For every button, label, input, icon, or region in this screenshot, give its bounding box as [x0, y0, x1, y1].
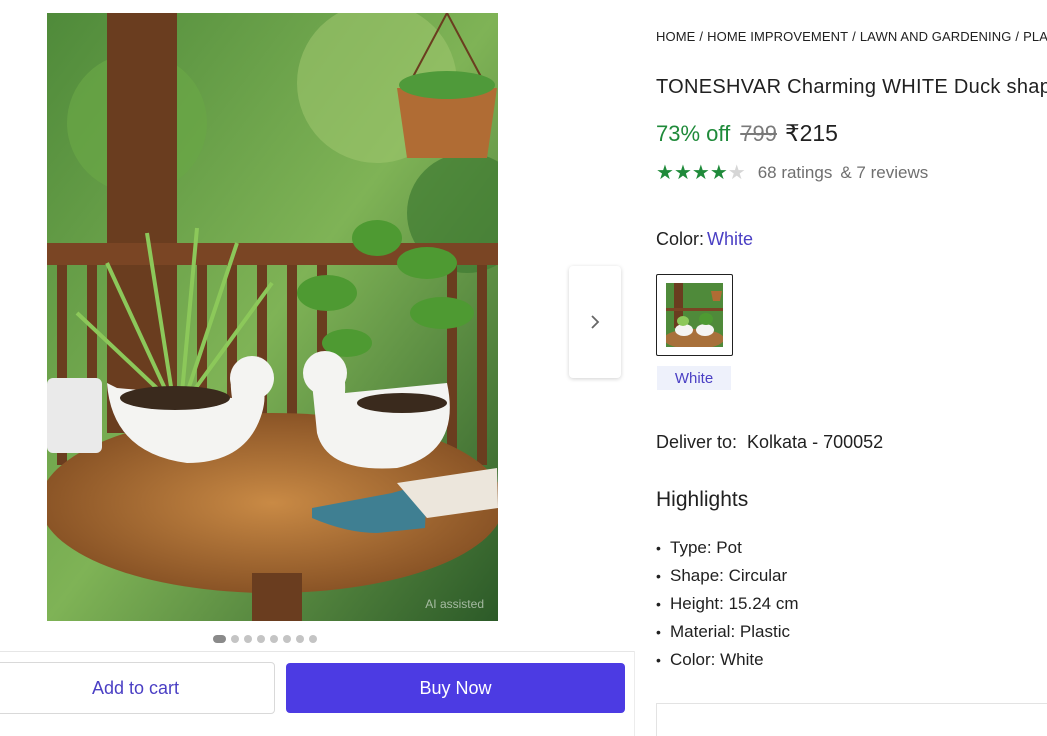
ratings-count[interactable]: 68 ratings: [758, 163, 833, 183]
color-swatch-white[interactable]: [656, 274, 733, 356]
star-icon: ★: [656, 162, 674, 184]
highlight-text: Type: Pot: [670, 538, 742, 557]
highlight-item: • Type: Pot: [656, 534, 799, 562]
discount-badge: 73% off: [656, 121, 731, 146]
highlight-item: • Color: White: [656, 646, 799, 674]
swatch-thumbnail: [666, 283, 723, 347]
star-icon: ★: [691, 162, 710, 184]
original-price: 799: [740, 121, 777, 146]
highlight-item: • Material: Plastic: [656, 618, 799, 646]
color-label: Color:: [656, 229, 705, 249]
bullet-icon: •: [656, 568, 661, 584]
carousel-dot-5[interactable]: [270, 635, 278, 643]
star-rating: ★ ★ ★ ★ ★: [656, 160, 746, 186]
star-icon: ★: [673, 162, 692, 184]
carousel-dot-8[interactable]: [309, 635, 317, 643]
highlight-text: Material: Plastic: [670, 622, 790, 641]
next-image-button[interactable]: [569, 266, 621, 378]
color-selector-label: Color: White: [656, 229, 753, 250]
breadcrumb-item-plant[interactable]: PLANT: [1023, 29, 1047, 44]
bullet-icon: •: [656, 540, 661, 556]
deliver-label: Deliver to:: [656, 432, 738, 452]
selected-color: White: [707, 229, 754, 249]
carousel-dots: [213, 635, 317, 643]
highlights-list: • Type: Pot • Shape: Circular • Height: 15.…: [656, 534, 799, 674]
color-option-label[interactable]: White: [657, 366, 731, 390]
highlights-title: Highlights: [656, 488, 749, 511]
breadcrumb-item-lawn-and-gardening[interactable]: LAWN AND GARDENING: [860, 29, 1012, 44]
product-title: TONESHVAR Charming WHITE Duck shap: [656, 76, 1047, 98]
buy-now-button[interactable]: Buy Now: [286, 663, 625, 713]
carousel-dot-1[interactable]: [213, 635, 226, 643]
product-page: AI assisted Add to cart Buy Now HOME / HOM…: [0, 0, 1047, 736]
product-photo: [47, 13, 498, 621]
current-price: ₹215: [784, 120, 838, 146]
product-image[interactable]: AI assisted: [47, 13, 498, 621]
chevron-right-icon: [591, 315, 600, 329]
carousel-dot-3[interactable]: [244, 635, 252, 643]
highlight-text: Shape: Circular: [670, 566, 788, 585]
rating-row[interactable]: ★ ★ ★ ★ ★ 68 ratings & 7 reviews: [656, 160, 928, 186]
highlight-text: Color: White: [670, 650, 764, 669]
delivery-location[interactable]: Kolkata - 700052: [747, 432, 883, 452]
star-icon: ★: [709, 162, 728, 184]
bullet-icon: •: [656, 652, 661, 668]
carousel-dot-2[interactable]: [231, 635, 239, 643]
breadcrumb-item-home-improvement[interactable]: HOME IMPROVEMENT: [707, 29, 848, 44]
highlight-item: • Height: 15.24 cm: [656, 590, 799, 618]
carousel-dot-4[interactable]: [257, 635, 265, 643]
carousel-dot-6[interactable]: [283, 635, 291, 643]
divider: [634, 651, 635, 736]
bullet-icon: •: [656, 624, 661, 640]
carousel-dot-7[interactable]: [296, 635, 304, 643]
bullet-icon: •: [656, 596, 661, 612]
delivery-info: Deliver to: Kolkata - 700052: [656, 432, 883, 453]
breadcrumb: HOME / HOME IMPROVEMENT / LAWN AND GARDENING…: [656, 29, 1047, 44]
breadcrumb-item-home[interactable]: HOME: [656, 29, 695, 44]
highlight-item: • Shape: Circular: [656, 562, 799, 590]
price-row: 73% off 799 ₹215: [656, 120, 838, 147]
star-empty-icon: ★: [727, 162, 746, 184]
reviews-count[interactable]: & 7 reviews: [840, 163, 928, 183]
divider: [0, 651, 634, 652]
add-to-cart-button[interactable]: Add to cart: [0, 662, 275, 714]
highlight-text: Height: 15.24 cm: [670, 594, 799, 613]
offers-panel: [656, 703, 1047, 736]
ai-watermark: AI assisted: [425, 597, 484, 611]
